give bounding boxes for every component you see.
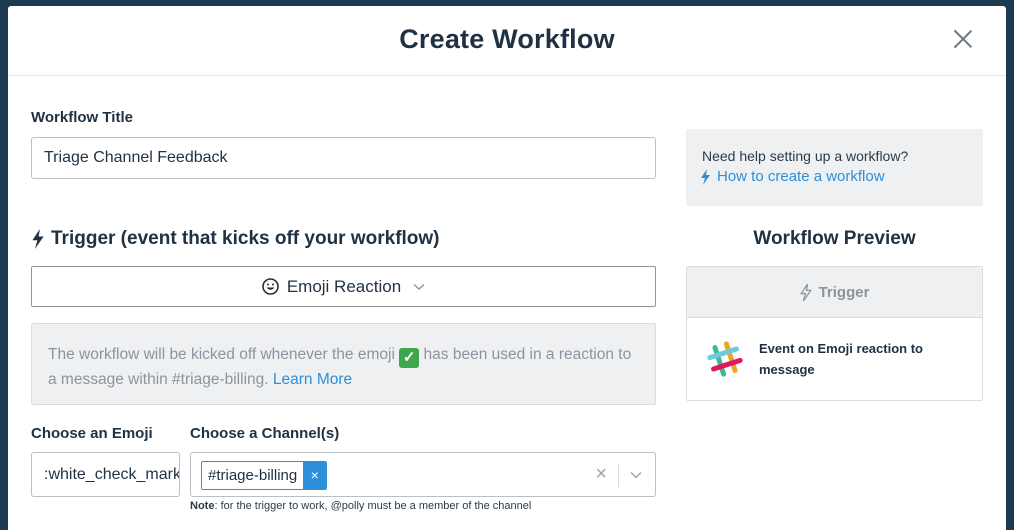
how-to-create-workflow-link[interactable]: How to create a workflow xyxy=(700,168,885,185)
modal-title: Create Workflow xyxy=(399,24,615,54)
trigger-select-value: Emoji Reaction xyxy=(286,276,402,296)
trigger-heading-text: Trigger (event that kicks off your workf… xyxy=(51,228,440,249)
choose-emoji-label: Choose an Emoji xyxy=(31,425,153,442)
lightning-bolt-icon xyxy=(32,229,44,249)
workflow-preview-title: Workflow Preview xyxy=(753,228,916,249)
workflow-preview-card: Trigger Event on Emoji reaction to messa… xyxy=(686,266,983,401)
chevron-down-icon xyxy=(413,283,425,290)
clear-selection-icon[interactable]: × xyxy=(595,464,607,484)
white-check-mark-icon: ✓ xyxy=(399,348,420,368)
trigger-heading: Trigger (event that kicks off your workf… xyxy=(31,228,440,250)
workflow-title-value: Triage Channel Feedback xyxy=(44,149,228,166)
preview-event-text: Event on Emoji reaction to message xyxy=(759,341,923,377)
smiley-icon xyxy=(262,278,279,295)
close-icon[interactable] xyxy=(952,28,974,50)
help-box: Need help setting up a workflow? How to … xyxy=(686,129,983,206)
note-text: : for the trigger to work, @polly must b… xyxy=(214,500,532,512)
lightning-bolt-icon xyxy=(799,283,812,301)
preview-trigger-label: Trigger xyxy=(818,283,870,301)
preview-trigger-row: Trigger xyxy=(687,267,982,318)
create-workflow-modal: Create Workflow Workflow Title Triage Ch… xyxy=(8,6,1006,530)
select-separator xyxy=(618,464,619,487)
help-link-label: How to create a workflow xyxy=(717,168,885,185)
info-text-before: The workflow will be kicked off whenever… xyxy=(48,346,395,363)
choose-channel-label: Choose a Channel(s) xyxy=(190,425,340,442)
channel-note: Note: for the trigger to work, @polly mu… xyxy=(190,500,531,512)
slack-logo-icon xyxy=(707,341,743,377)
remove-channel-tag-button[interactable]: × xyxy=(303,462,327,489)
workflow-title-input[interactable]: Triage Channel Feedback xyxy=(31,137,656,179)
learn-more-link[interactable]: Learn More xyxy=(273,371,352,388)
workflow-title-label: Workflow Title xyxy=(31,109,133,126)
emoji-input[interactable]: :white_check_mark: xyxy=(31,452,180,497)
channel-tag: #triage-billing × xyxy=(201,461,328,490)
emoji-input-value: :white_check_mark: xyxy=(44,465,180,483)
channel-tag-label: #triage-billing xyxy=(202,462,304,489)
chevron-down-icon[interactable] xyxy=(629,468,643,482)
note-bold: Note xyxy=(190,500,215,512)
trigger-info-box: The workflow will be kicked off whenever… xyxy=(31,323,656,405)
help-text: Need help setting up a workflow? xyxy=(702,148,909,164)
modal-header: Create Workflow xyxy=(8,6,1006,76)
channel-multiselect[interactable]: #triage-billing × × xyxy=(190,452,656,497)
lightning-bolt-icon xyxy=(701,168,710,185)
trigger-type-select[interactable]: Emoji Reaction xyxy=(31,266,656,307)
